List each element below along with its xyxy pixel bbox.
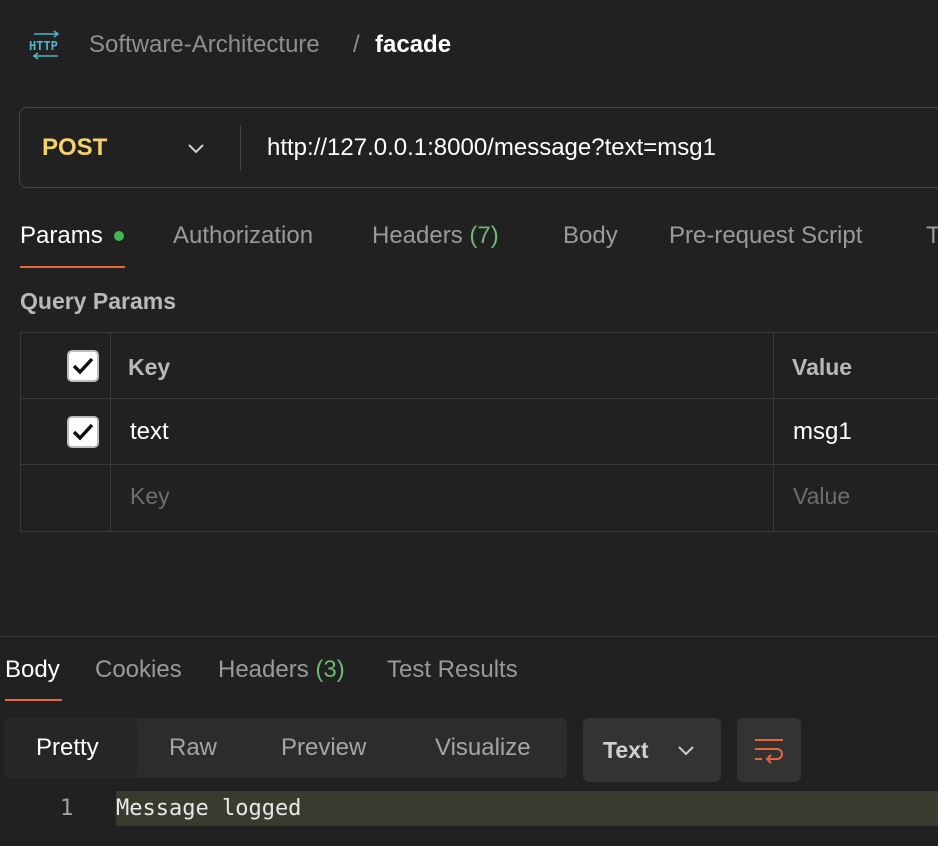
url-divider xyxy=(240,125,241,171)
select-all-checkbox[interactable] xyxy=(67,350,99,382)
checkmark-icon xyxy=(72,423,94,441)
view-raw-button[interactable]: Raw xyxy=(169,733,217,763)
tab-authorization-label: Authorization xyxy=(173,222,314,249)
new-param-value-input[interactable]: Value xyxy=(793,481,850,511)
request-name[interactable]: facade xyxy=(375,30,451,60)
active-tab-underline xyxy=(20,266,125,268)
column-divider xyxy=(110,332,111,532)
query-params-title: Query Params xyxy=(20,288,176,314)
view-visualize-button[interactable]: Visualize xyxy=(435,733,531,763)
column-header-key: Key xyxy=(128,354,171,380)
chevron-down-icon xyxy=(676,740,696,760)
response-tab-body[interactable]: Body xyxy=(5,655,60,685)
breadcrumb-collection[interactable]: Software-Architecture xyxy=(89,30,320,60)
tab-authorization[interactable]: Authorization xyxy=(173,221,313,251)
response-tab-test-results[interactable]: Test Results xyxy=(387,655,518,685)
line-number: 1 xyxy=(60,796,74,821)
tab-body-label: Body xyxy=(563,222,618,249)
active-response-tab-underline xyxy=(5,699,62,701)
param-row-checkbox[interactable] xyxy=(67,416,99,448)
tab-headers-label: Headers xyxy=(372,222,463,249)
breadcrumb-separator: / xyxy=(353,31,360,58)
svg-text:HTTP: HTTP xyxy=(29,39,58,53)
new-param-key-input[interactable]: Key xyxy=(130,481,170,511)
tab-tests[interactable]: T xyxy=(926,221,938,251)
tab-pre-request-script[interactable]: Pre-request Script xyxy=(669,221,862,251)
url-input[interactable]: http://127.0.0.1:8000/message?text=msg1 xyxy=(267,133,716,163)
format-select-label: Text xyxy=(603,737,649,763)
tab-headers-count: (7) xyxy=(469,222,499,249)
tab-body[interactable]: Body xyxy=(563,221,618,251)
checkmark-icon xyxy=(72,357,94,375)
response-tab-cookies[interactable]: Cookies xyxy=(95,655,182,685)
param-key-input[interactable]: text xyxy=(130,417,169,447)
tab-tests-label: T xyxy=(926,222,938,249)
row-divider xyxy=(20,398,938,399)
tab-params[interactable]: Params xyxy=(20,221,103,251)
response-tab-headers[interactable]: Headers (3) xyxy=(218,655,345,685)
wrap-lines-button[interactable] xyxy=(737,718,801,782)
chevron-down-icon[interactable] xyxy=(186,138,206,158)
response-divider xyxy=(0,636,938,637)
wrap-lines-icon xyxy=(755,739,783,764)
params-active-dot xyxy=(114,231,124,241)
response-tab-headers-label: Headers xyxy=(218,656,309,683)
tab-params-label: Params xyxy=(20,222,103,249)
tab-pre-request-script-label: Pre-request Script xyxy=(669,222,863,249)
view-pretty-button[interactable]: Pretty xyxy=(36,733,99,763)
response-body-text: Message logged xyxy=(116,796,302,821)
http-icon: HTTP xyxy=(28,30,64,60)
row-divider xyxy=(20,464,938,465)
method-select[interactable]: POST xyxy=(42,133,107,163)
tab-headers[interactable]: Headers (7) xyxy=(372,221,499,251)
column-header-value: Value xyxy=(792,354,853,380)
column-divider xyxy=(773,332,774,532)
param-value-input[interactable]: msg1 xyxy=(793,417,852,447)
response-tab-headers-count: (3) xyxy=(315,656,345,683)
view-preview-button[interactable]: Preview xyxy=(281,733,366,763)
